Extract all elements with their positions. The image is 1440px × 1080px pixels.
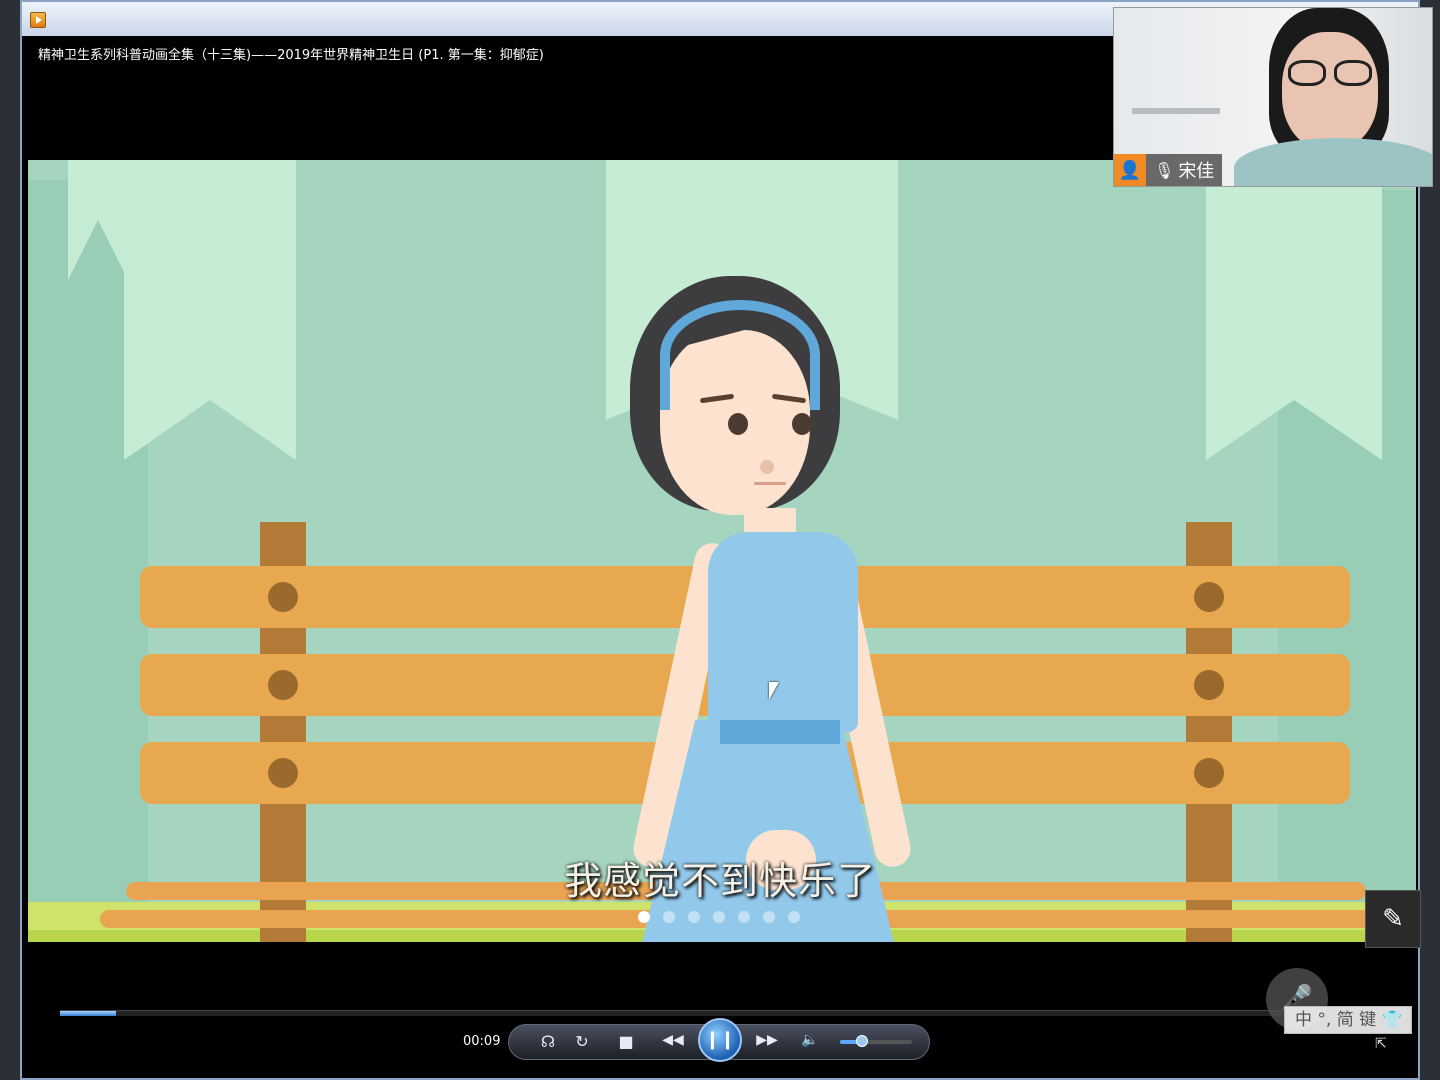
girl-eye-right bbox=[792, 413, 812, 435]
input-method-toolbar[interactable]: 中 °, 简 键 👕 bbox=[1284, 1006, 1412, 1034]
girl-headband bbox=[660, 300, 820, 410]
slide-indicator-dots bbox=[638, 911, 800, 923]
repeat-icon[interactable]: ↻ bbox=[572, 1032, 592, 1051]
volume-icon[interactable]: 🔈 bbox=[800, 1032, 820, 1048]
webcam-preview[interactable]: 👤 🎙 宋佳 bbox=[1113, 7, 1433, 187]
media-player-app-icon bbox=[30, 12, 46, 28]
bench-bolt bbox=[1194, 582, 1224, 612]
seek-bar[interactable] bbox=[60, 1010, 1302, 1016]
edit-icon[interactable]: ✎ bbox=[1365, 890, 1421, 948]
video-frame[interactable] bbox=[28, 160, 1416, 942]
volume-slider[interactable] bbox=[840, 1040, 912, 1044]
girl-eye-left bbox=[728, 413, 748, 435]
girl-mouth bbox=[754, 482, 786, 485]
pause-button[interactable]: ❙❙ bbox=[698, 1018, 742, 1062]
girl-nose bbox=[760, 460, 774, 474]
bench-bolt bbox=[1194, 670, 1224, 700]
bench-bolt bbox=[1194, 758, 1224, 788]
cam-person-body bbox=[1234, 138, 1432, 186]
banner-left bbox=[68, 160, 128, 280]
seek-bar-progress bbox=[60, 1011, 116, 1016]
user-icon: 👤 bbox=[1114, 154, 1146, 186]
bench-bolt bbox=[268, 758, 298, 788]
cam-person-glasses bbox=[1284, 60, 1376, 88]
current-time: 00:09 bbox=[463, 1034, 501, 1049]
video-title: 精神卫生系列科普动画全集（十三集)——2019年世界精神卫生日 (P1. 第一集… bbox=[38, 48, 544, 63]
cam-person-face bbox=[1282, 32, 1378, 150]
bench-bolt bbox=[268, 582, 298, 612]
slide-dot[interactable] bbox=[788, 911, 800, 923]
slide-dot[interactable] bbox=[638, 911, 650, 923]
playlist-icon[interactable]: ☊ bbox=[538, 1032, 558, 1051]
slide-dot[interactable] bbox=[663, 911, 675, 923]
bench-bolt bbox=[268, 670, 298, 700]
cartoon-girl bbox=[608, 270, 914, 942]
slide-dot[interactable] bbox=[763, 911, 775, 923]
participant-name-tag: 👤 🎙 宋佳 bbox=[1114, 154, 1223, 186]
girl-dress-belt bbox=[720, 720, 840, 744]
participant-name: 宋佳 bbox=[1178, 161, 1215, 182]
slide-dot[interactable] bbox=[713, 911, 725, 923]
resize-icon[interactable]: ⇱ bbox=[1375, 1036, 1387, 1052]
fast-forward-button[interactable]: ▶▶ bbox=[750, 1032, 784, 1048]
mouse-cursor bbox=[769, 682, 779, 700]
banner-left-2 bbox=[124, 160, 296, 460]
slide-dot[interactable] bbox=[688, 911, 700, 923]
rewind-button[interactable]: ◀◀ bbox=[656, 1032, 690, 1048]
microphone-icon: 🎙 bbox=[1154, 160, 1175, 180]
girl-dress-top bbox=[708, 532, 858, 732]
slide-dot[interactable] bbox=[738, 911, 750, 923]
stop-button[interactable]: ■ bbox=[616, 1032, 636, 1051]
cam-background-lamp bbox=[1132, 108, 1220, 114]
volume-slider-handle[interactable] bbox=[855, 1035, 868, 1047]
banner-right bbox=[1206, 160, 1382, 460]
video-subtitle: 我感觉不到快乐了 bbox=[563, 859, 876, 903]
